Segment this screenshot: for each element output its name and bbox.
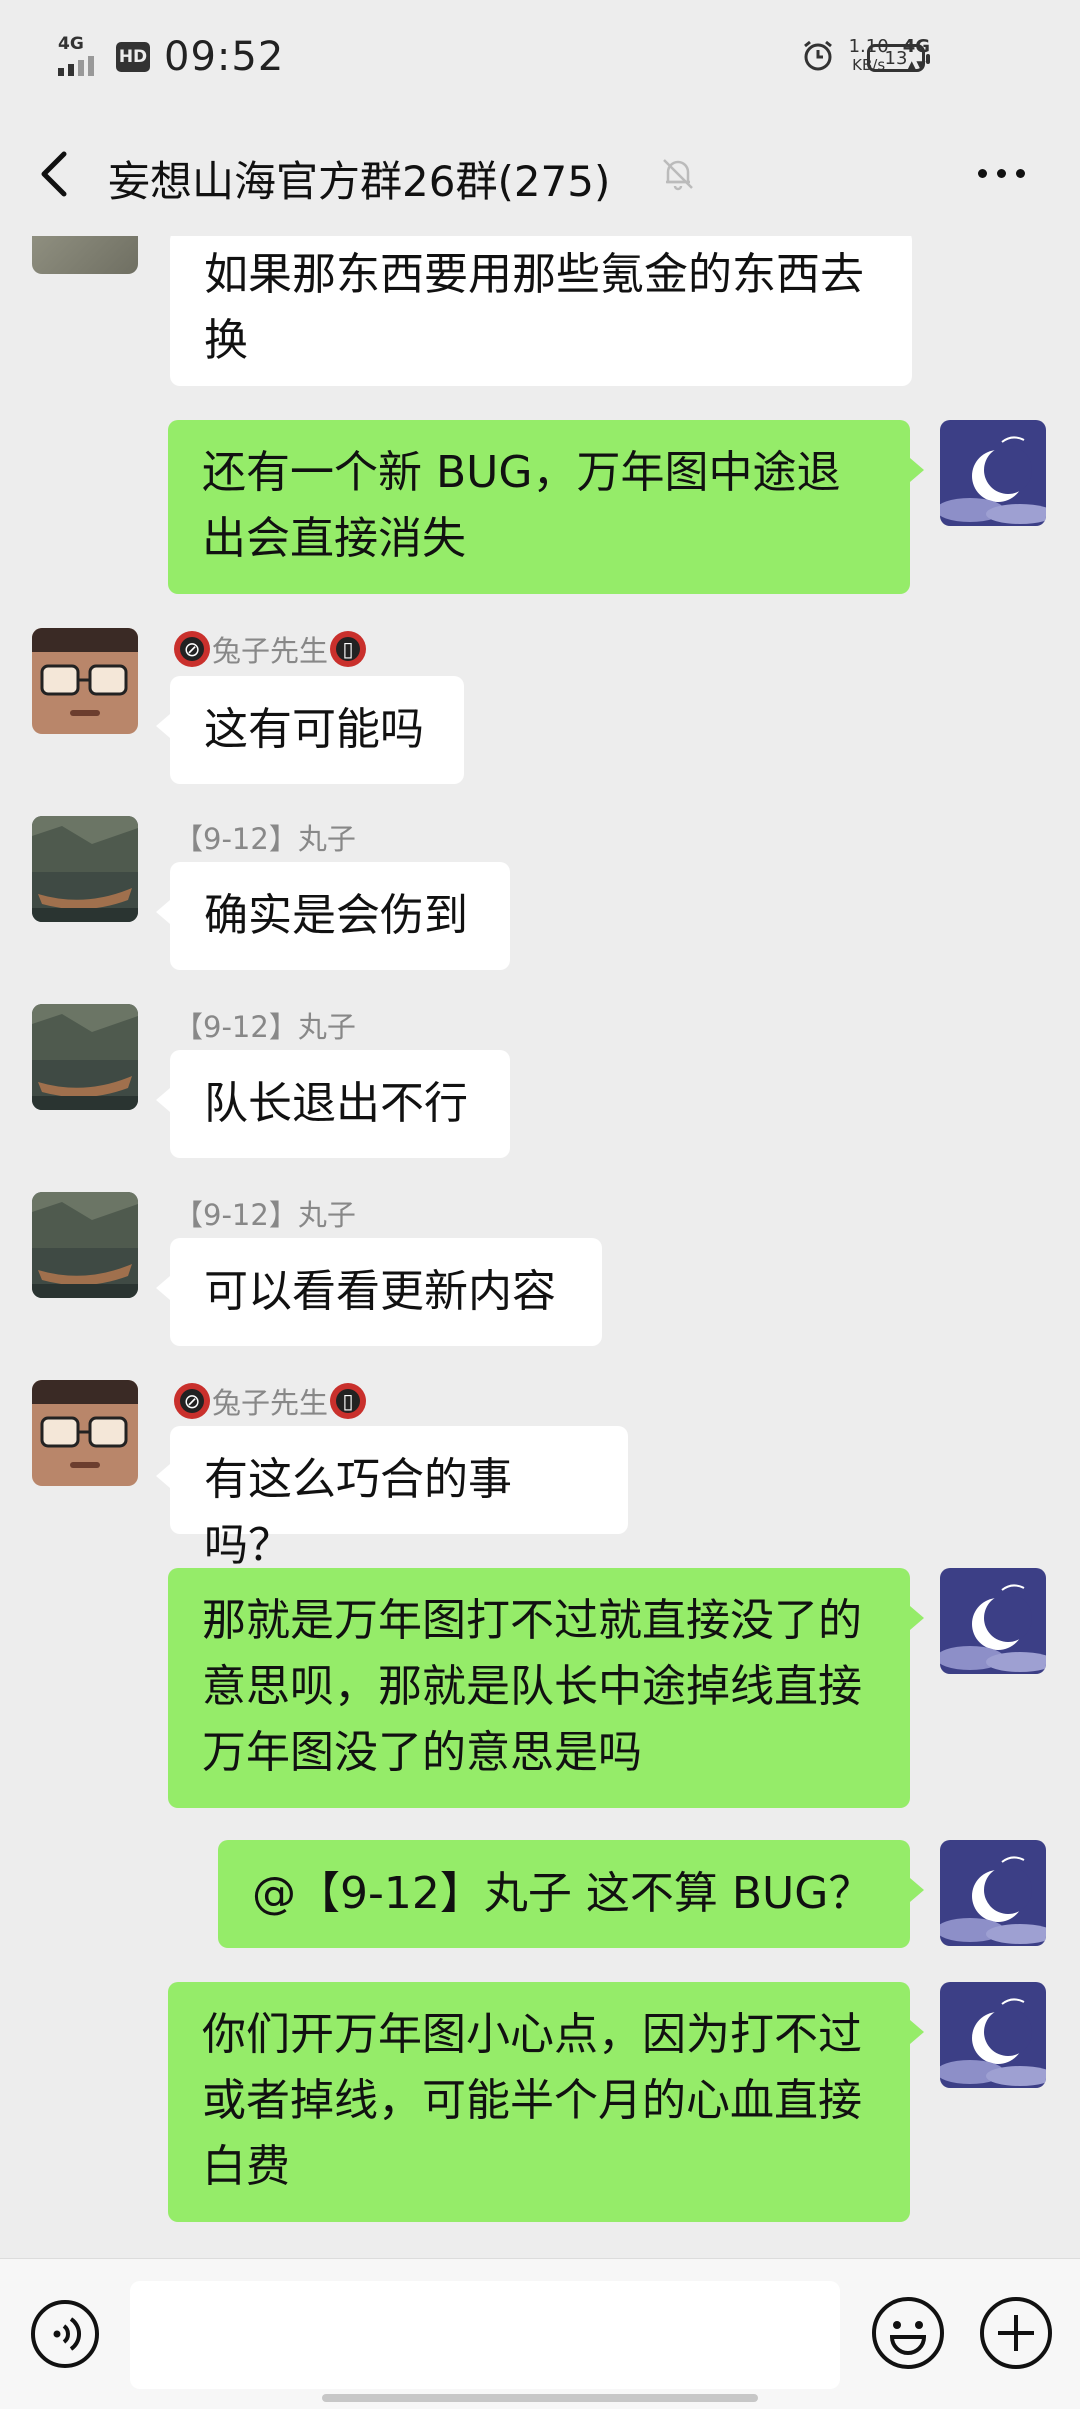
avatar[interactable] <box>32 816 138 922</box>
message-text: 可以看看更新内容 <box>204 1266 556 1317</box>
message-list[interactable]: 如果那东西要用那些氪金的东西去 换 还有一个新 BUG，万年图中途退 出会直接消… <box>0 236 1080 2234</box>
phone-badge-icon: ▯ <box>330 1383 367 1419</box>
message-bubble[interactable]: 确实是会伤到 <box>156 862 510 970</box>
sender-name: 【9-12】丸子 <box>174 1004 356 1046</box>
avatar[interactable] <box>32 1380 138 1486</box>
avatar[interactable] <box>32 1192 138 1298</box>
chat-header: 妄想山海官方群26群(275) <box>0 120 1080 236</box>
self-avatar[interactable] <box>940 420 1046 526</box>
sender-name-text: 兔子先生 <box>212 634 329 668</box>
message-text: 确实是会伤到 <box>204 890 468 941</box>
message-input[interactable] <box>130 2281 840 2389</box>
message-bubble[interactable]: 可以看看更新内容 <box>156 1238 602 1346</box>
moon-avatar-icon <box>940 1568 1046 1674</box>
chat-title[interactable]: 妄想山海官方群26群(275) <box>108 148 610 209</box>
message-text: 队长退出不行 <box>204 1078 468 1129</box>
sender-name-text: 【9-12】丸子 <box>174 1010 356 1044</box>
hd-icon: HD <box>116 42 150 72</box>
message-bubble[interactable]: 这有可能吗 <box>156 676 464 784</box>
status-bar: 4G HD 09:52 1.10 KB/s 4G ▲▼ 13 <box>0 0 1080 120</box>
boat-photo-avatar-icon <box>32 1192 138 1298</box>
message-bubble[interactable]: 队长退出不行 <box>156 1050 510 1158</box>
message-text-line: 如果那东西要用那些氪金的东西去 <box>204 249 864 300</box>
sender-name: 【9-12】丸子 <box>174 1192 356 1234</box>
moon-avatar-icon <box>940 1982 1046 2088</box>
message-bubble-self[interactable]: @【9-12】丸子 这不算 BUG？ <box>218 1840 924 1948</box>
message-text: @【9-12】丸子 这不算 BUG？ <box>252 1868 873 1919</box>
battery-level: 13 <box>884 47 908 69</box>
message-text-line: 出会直接消失 <box>202 513 466 564</box>
moon-avatar-icon <box>940 420 1046 526</box>
voice-icon[interactable] <box>30 2299 100 2369</box>
network-label: 4G <box>58 34 84 54</box>
no-entry-badge-icon: ⊘ <box>174 1383 210 1419</box>
status-time: 09:52 <box>164 34 285 80</box>
plus-icon[interactable] <box>978 2295 1054 2371</box>
sender-name-text: 【9-12】丸子 <box>174 1198 356 1232</box>
message-text-line: 或者掉线，可能半个月的心血直接 <box>202 2075 862 2126</box>
message-bubble-self[interactable]: 还有一个新 BUG，万年图中途退 出会直接消失 <box>168 420 924 594</box>
message-text-line: 万年图没了的意思是吗 <box>202 1727 642 1778</box>
emoji-icon[interactable] <box>870 2295 946 2371</box>
message-text-line: 白费 <box>202 2141 290 2192</box>
self-avatar[interactable] <box>940 1840 1046 1946</box>
avatar[interactable] <box>32 236 138 274</box>
sender-name-text: 兔子先生 <box>212 1386 329 1420</box>
avatar[interactable] <box>32 1004 138 1110</box>
sender-name: ⊘ 兔子先生 ▯ <box>174 628 367 670</box>
no-entry-badge-icon: ⊘ <box>174 631 210 667</box>
message-bubble[interactable]: 有这么巧合的事吗？ <box>156 1426 628 1571</box>
more-dots-icon[interactable] <box>978 160 1034 186</box>
self-avatar[interactable] <box>940 1568 1046 1674</box>
moon-avatar-icon <box>940 1840 1046 1946</box>
sender-name: ⊘ 兔子先生 ▯ <box>174 1380 367 1422</box>
sender-name-text: 【9-12】丸子 <box>174 822 356 856</box>
message-text-line: 你们开万年图小心点，因为打不过 <box>202 2009 862 2060</box>
self-avatar[interactable] <box>940 1982 1046 2088</box>
message-bubble-self[interactable]: 那就是万年图打不过就直接没了的 意思呗，那就是队长中途掉线直接 万年图没了的意思… <box>168 1568 924 1808</box>
battery-icon: 13 <box>867 44 930 72</box>
bell-muted-icon <box>663 159 693 191</box>
boat-photo-avatar-icon <box>32 816 138 922</box>
message-text-line: 换 <box>204 315 248 366</box>
message-text-line: 那就是万年图打不过就直接没了的 <box>202 1595 862 1646</box>
back-chevron-icon[interactable] <box>30 144 80 204</box>
sender-name: 【9-12】丸子 <box>174 816 356 858</box>
message-text-line: 意思呗，那就是队长中途掉线直接 <box>202 1661 862 1712</box>
message-bubble[interactable]: 如果那东西要用那些氪金的东西去 换 <box>170 236 912 386</box>
cartoon-face-avatar-icon <box>32 628 138 734</box>
input-bar <box>0 2258 1080 2409</box>
home-indicator[interactable] <box>322 2394 758 2402</box>
message-text-line: 还有一个新 BUG，万年图中途退 <box>202 447 841 498</box>
boat-photo-avatar-icon <box>32 1004 138 1110</box>
message-bubble-self[interactable]: 你们开万年图小心点，因为打不过 或者掉线，可能半个月的心血直接 白费 <box>168 1982 924 2222</box>
avatar[interactable] <box>32 628 138 734</box>
cell-signal-icon: 4G <box>58 34 102 78</box>
alarm-icon <box>803 40 832 71</box>
cartoon-face-avatar-icon <box>32 1380 138 1486</box>
message-text: 有这么巧合的事吗？ <box>204 1454 512 1571</box>
message-text: 这有可能吗 <box>204 704 424 755</box>
phone-badge-icon: ▯ <box>330 631 367 667</box>
